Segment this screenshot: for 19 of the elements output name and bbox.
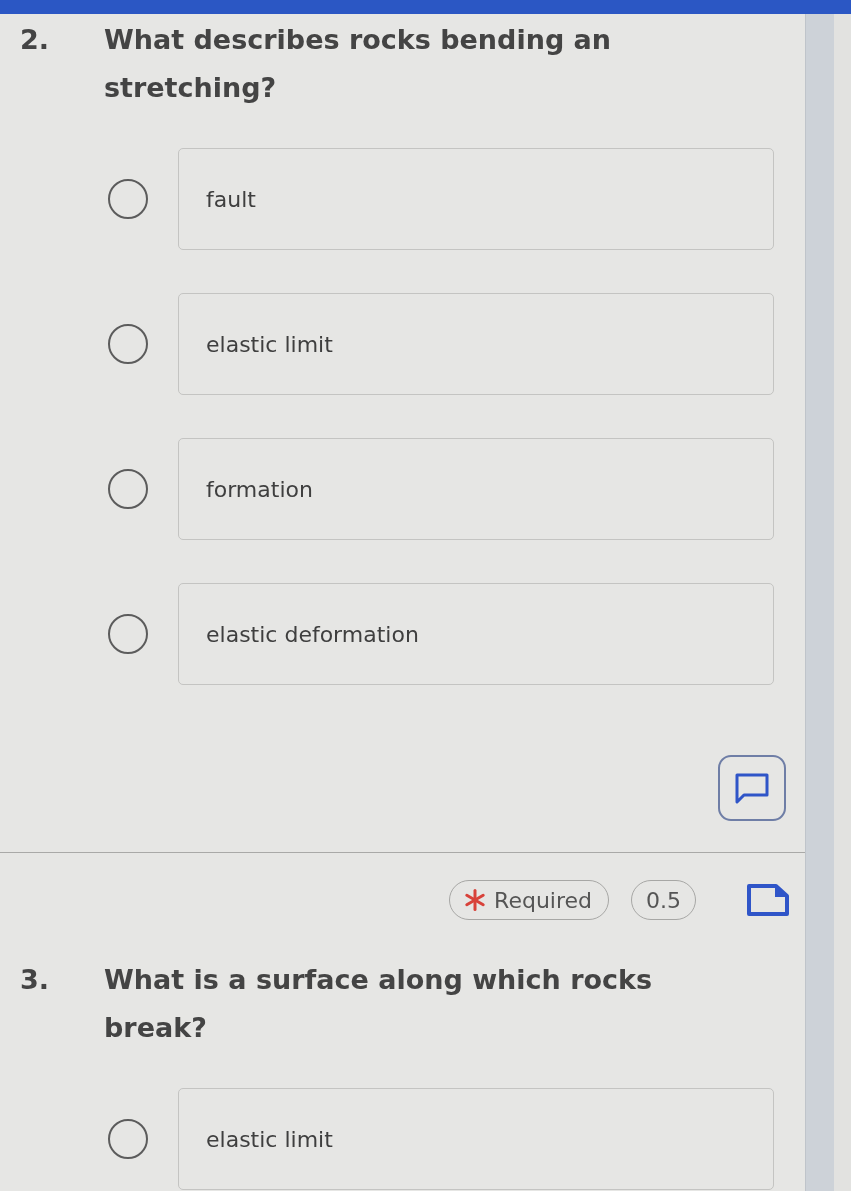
comment-button[interactable]	[718, 755, 786, 821]
comment-icon	[734, 772, 770, 804]
answer-option[interactable]: elastic deformation	[178, 583, 774, 685]
required-label: Required	[494, 887, 592, 913]
radio-button[interactable]	[108, 1119, 148, 1159]
answer-option[interactable]: fault	[178, 148, 774, 250]
asterisk-icon	[464, 889, 487, 911]
radio-button[interactable]	[108, 614, 148, 654]
question-number: 3.	[19, 963, 51, 997]
question-number: 2.	[19, 23, 51, 57]
question-text: What describes rocks bending an stretching?	[104, 23, 613, 105]
radio-button[interactable]	[108, 469, 148, 509]
question-text: What is a surface along which rocks break?	[104, 963, 654, 1045]
answer-option[interactable]: elastic limit	[178, 1088, 774, 1190]
page-icon[interactable]	[746, 883, 790, 917]
answer-option[interactable]: elastic limit	[178, 293, 774, 395]
radio-button[interactable]	[108, 324, 148, 364]
radio-button[interactable]	[108, 179, 148, 219]
answer-option[interactable]: formation	[178, 438, 774, 540]
